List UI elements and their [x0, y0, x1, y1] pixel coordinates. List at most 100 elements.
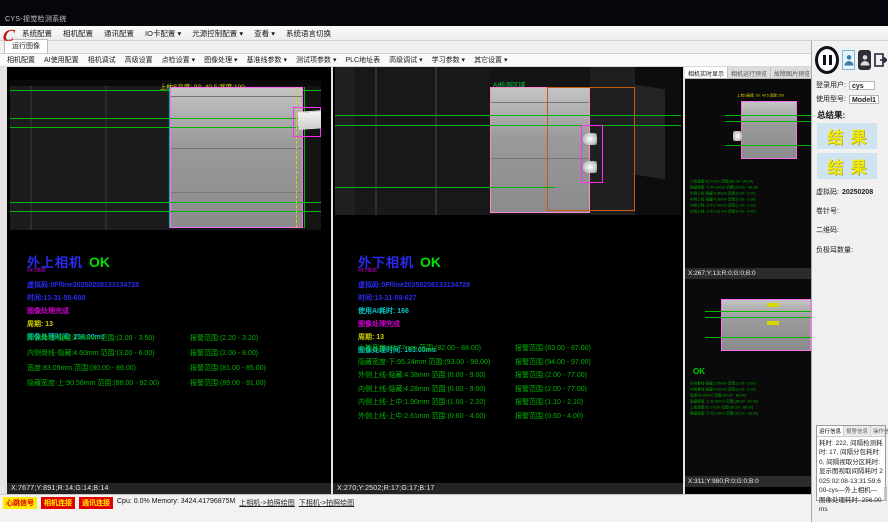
- result-ok-lower: OK: [420, 254, 441, 270]
- measure-value: 内侧上线-隐藏:4.28mm 范围:(0.00 - 9.00): [358, 384, 486, 394]
- tool-test-params[interactable]: 测试项参数 ▾: [296, 55, 336, 65]
- camera-image-upper[interactable]: 上枕S高度: 93; 40.5;宽度:100: [10, 80, 321, 230]
- exit-button[interactable]: [874, 50, 887, 70]
- process-done-upper: 图像处理完成: [27, 306, 139, 316]
- tool-advanced-debug[interactable]: 高级调试 ▾: [389, 55, 422, 65]
- tool-spot-check[interactable]: 点检设置 ▾: [162, 55, 195, 65]
- time-upper: 时间:13-31-59-600: [27, 293, 139, 303]
- tool-camera-debug[interactable]: 相机调试: [88, 55, 116, 65]
- menu-view[interactable]: 查看 ▾: [254, 28, 275, 39]
- cycle-upper: 周期: 13: [27, 319, 139, 329]
- part-region: [170, 87, 303, 228]
- tool-ai-config[interactable]: AI使用配置: [44, 55, 79, 65]
- alarm-range: 报警范围:(81.00 - 85.00): [190, 363, 266, 373]
- lower-camera-link[interactable]: 下相机->拍照绘图: [299, 497, 354, 508]
- tool-plc-table[interactable]: PLC地址表: [346, 55, 381, 65]
- needle-label: 卷针号:: [816, 206, 839, 216]
- tab-live-view[interactable]: 相机实时显示: [685, 67, 728, 78]
- camera-panel-upper: 上枕S高度: 93; 40.5;宽度:100 外上相机: [7, 67, 331, 483]
- preview-ok: OK: [693, 367, 705, 376]
- pixel-coord-upper: X:7677;Y:891;R:14;G:14;B:14: [7, 483, 331, 494]
- reflective-tab: [733, 131, 742, 141]
- tool-learn-params[interactable]: 学习参数 ▾: [432, 55, 465, 65]
- measure-value: 内侧上线-上中:1.90mm 范围:(1.00 - 2.20): [358, 397, 486, 407]
- alarm-range: 报警范围:(2.00 - 77.00): [515, 370, 587, 380]
- result-ok-upper: OK: [89, 254, 110, 270]
- measure-value: 内侧骨线-隐藏:4.60mm 范围:(3.00 - 6.00): [27, 348, 155, 358]
- menu-system-config[interactable]: 系统配置: [22, 28, 52, 39]
- preview-column: 相机实时显示 相机运行预览 故障图片预览 上枕S高度: 93; 40.5;宽度:…: [685, 67, 811, 494]
- vcode-value: 20250208: [842, 189, 873, 196]
- pixel-coord-lower: X:270;Y:2502;R:17;G:17;B:17: [333, 483, 683, 494]
- time-lower: 时间:13-31-59-627: [358, 293, 470, 303]
- model-value[interactable]: Model1: [849, 95, 879, 104]
- neg-tab-count-label: 负极耳数量:: [816, 245, 853, 255]
- alarm-range: 报警范围:(0.60 - 4.00): [515, 411, 583, 421]
- tab-run-info[interactable]: 运行信息: [817, 426, 844, 436]
- ai-time-lower: 使用AI耗时: 166: [358, 306, 470, 316]
- alarm-range: 报警范围:(2.20 - 3.20): [190, 333, 258, 343]
- qrcode-label: 二维码:: [816, 225, 839, 235]
- measure-value: 外侧骨线-隐藏:2.95mm 范围:(2.00 - 3.50): [27, 333, 155, 343]
- preview-image-1[interactable]: 上枕S高度: 93; 40.5;宽度:100 上枕宽度:83.77mm 范围:(…: [685, 79, 811, 268]
- upper-camera-link[interactable]: 上相机->拍照绘图: [239, 497, 294, 508]
- camera-image-lower[interactable]: AI检测区域: [335, 67, 681, 215]
- camera-conn-badge: 相机连接: [41, 497, 75, 509]
- tab-alarm-info[interactable]: 报警信息: [844, 426, 871, 436]
- result-box-lower: 结果: [817, 153, 877, 179]
- cycle-lower: 周期: 13: [358, 332, 470, 342]
- measure-value: 上枕宽度:83.77mm 范围:(82.00 - 88.00): [358, 343, 481, 353]
- model-label: 使用型号:: [816, 94, 846, 104]
- alarm-range: 报警范围:(83.00 - 87.00): [515, 343, 591, 353]
- reflective-tab: [583, 161, 597, 173]
- main-area: 上枕S高度: 93; 40.5;宽度:100 外上相机: [0, 67, 811, 494]
- measure-value: 外侧上线-上中:2.61mm 范围:(0.60 - 4.00): [358, 411, 486, 421]
- pause-button[interactable]: [815, 46, 839, 74]
- tool-bar: 相机配置 AI使用配置 相机调试 高级设置 点检设置 ▾ 图像处理 ▾ 基准线参…: [0, 54, 811, 67]
- preview-image-2[interactable]: OK 外侧骨线-隐藏:2.95mm 范围:(2.00 - 3.50) 内侧骨线-…: [685, 279, 811, 476]
- camera-subtitle-upper: MES数据: [27, 267, 46, 273]
- info-scrollbar[interactable]: [884, 487, 887, 501]
- exit-door-icon: [874, 53, 887, 67]
- heartbeat-badge: 心跳信号: [3, 497, 37, 509]
- tab-op-info[interactable]: 操作信息: [871, 426, 888, 436]
- tool-baseline-params[interactable]: 基准线参数 ▾: [247, 55, 287, 65]
- menu-comm-config[interactable]: 通讯配置: [104, 28, 134, 39]
- user-login-button[interactable]: [842, 50, 855, 70]
- tool-other-settings[interactable]: 其它设置 ▾: [474, 55, 507, 65]
- connector-tab: [297, 110, 321, 130]
- title-bar: CYS-视觉检测系统: [0, 0, 888, 26]
- menu-language[interactable]: 系统语言切换: [286, 28, 331, 39]
- tab-run-preview[interactable]: 相机运行预览: [728, 67, 771, 78]
- tool-camera-config[interactable]: 相机配置: [7, 55, 35, 65]
- measure-value: 外侧上线-隐藏:4.38mm 范围:(0.00 - 9.00): [358, 370, 486, 380]
- side-control-panel: 登录用户: cys 使用型号: Model1 总结果: 结果 结果 虚拟码: 2…: [811, 41, 888, 522]
- measure-value: 宽度:83.05mm 范围:(80.00 - 86.00): [27, 363, 136, 373]
- tool-advanced-settings[interactable]: 高级设置: [125, 55, 153, 65]
- user-switch-button[interactable]: [858, 50, 871, 70]
- app-logo-icon: C: [2, 27, 16, 44]
- overlay-marker: [767, 321, 779, 325]
- menu-io-config[interactable]: IO卡配置 ▾: [145, 28, 181, 39]
- process-done-lower: 图像处理完成: [358, 319, 470, 329]
- login-user-value[interactable]: cys: [849, 81, 875, 90]
- cpu-memory-text: Cpu: 0.0% Memory: 3424.41796875M: [117, 497, 235, 505]
- menu-camera-config[interactable]: 相机配置: [63, 28, 93, 39]
- pixel-coord-preview-2: X:311;Y:980;R:0;G:0;B:0: [685, 476, 811, 487]
- status-bar: 心跳信号 相机连接 通讯连接 Cpu: 0.0% Memory: 3424.41…: [0, 494, 811, 522]
- user-icon: [844, 54, 854, 66]
- comm-conn-badge: 通讯连接: [79, 497, 113, 509]
- vcode-label: 虚拟码:: [816, 187, 839, 197]
- preview-overlay-label: 上枕S高度: 93; 40.5;宽度:100: [737, 93, 784, 98]
- info-tabs: 运行信息 报警信息 操作信息: [817, 426, 885, 437]
- alarm-range: 报警范围:(2.00 - 8.00): [190, 348, 258, 358]
- alarm-range: 报警范围:(1.10 - 2.10): [515, 397, 583, 407]
- menu-light-config[interactable]: 光源控制配置 ▾: [192, 28, 243, 39]
- tab-row: 运行图像: [0, 41, 811, 54]
- preview-tabs: 相机实时显示 相机运行预览 故障图片预览: [685, 67, 811, 79]
- measure-value: 隐藏宽度-上:90.56mm 范围:(88.00 - 92.00): [27, 378, 159, 388]
- tool-image-processing[interactable]: 图像处理 ▾: [204, 55, 237, 65]
- info-log-text: 耗时: 222, 间隔检测耗时: 17, 间隔分包耗时: 0, 间隔视取分区耗时…: [817, 437, 885, 516]
- tab-fault-preview[interactable]: 故障图片预览: [771, 67, 814, 78]
- reflective-tab: [583, 133, 597, 145]
